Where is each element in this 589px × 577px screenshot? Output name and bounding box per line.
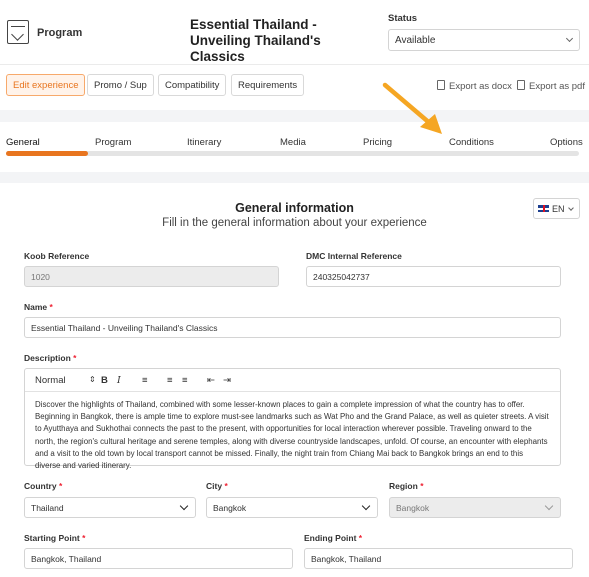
- required-mark: *: [82, 533, 86, 543]
- name-label-text: Name: [24, 302, 48, 312]
- experience-title: Essential Thailand - Unveiling Thailand'…: [190, 17, 321, 64]
- align-icon[interactable]: ≡: [142, 375, 148, 386]
- bold-icon[interactable]: B: [101, 375, 108, 386]
- chevron-down-icon: [544, 501, 554, 511]
- divider: [0, 64, 589, 65]
- koob-reference-label: Koob Reference: [24, 251, 90, 261]
- description-text[interactable]: Discover the highlights of Thailand, com…: [25, 392, 560, 479]
- ordered-list-icon[interactable]: ≡: [167, 375, 173, 386]
- region-label: Region *: [389, 481, 424, 491]
- editor-toolbar: Normal ⇕ B I ≡ ≡ ≡ ⇤ ⇥: [25, 369, 560, 392]
- outdent-icon[interactable]: ⇤: [207, 375, 215, 386]
- format-select[interactable]: Normal: [35, 375, 66, 386]
- compatibility-button[interactable]: Compatibility: [158, 74, 227, 96]
- ending-point-label-text: Ending Point: [304, 533, 357, 543]
- export-pdf-link[interactable]: Export as pdf: [517, 80, 585, 92]
- language-select[interactable]: EN: [533, 198, 580, 219]
- program-label: Program: [37, 27, 83, 39]
- page-header: Program Essential Thailand - Unveiling T…: [0, 0, 589, 64]
- region-value: Bangkok: [396, 503, 430, 513]
- dmc-reference-label: DMC Internal Reference: [306, 251, 402, 261]
- bullet-list-icon[interactable]: ≡: [182, 375, 188, 386]
- required-mark: *: [73, 353, 77, 363]
- indent-icon[interactable]: ⇥: [223, 375, 231, 386]
- program-icon: [7, 20, 29, 44]
- tab-conditions[interactable]: Conditions: [449, 137, 494, 148]
- country-label: Country *: [24, 481, 62, 491]
- tab-progress-indicator: [6, 151, 88, 156]
- document-icon: [517, 80, 525, 90]
- city-value: Bangkok: [213, 503, 247, 513]
- tabs-top-band: [0, 110, 589, 122]
- dmc-reference-field[interactable]: 240325042737: [306, 266, 561, 287]
- description-label: Description *: [24, 353, 76, 363]
- description-editor[interactable]: Normal ⇕ B I ≡ ≡ ≡ ⇤ ⇥ Discover the high…: [24, 368, 561, 470]
- format-select-arrows-icon: ⇕: [89, 375, 96, 384]
- tab-options[interactable]: Options: [550, 137, 583, 148]
- ending-point-field[interactable]: Bangkok, Thailand: [304, 548, 573, 569]
- name-field[interactable]: Essential Thailand - Unveiling Thailand'…: [24, 317, 561, 338]
- ending-point-label: Ending Point *: [304, 533, 362, 543]
- export-pdf-label: Export as pdf: [529, 81, 585, 92]
- region-label-text: Region: [389, 481, 418, 491]
- chevron-down-icon: [361, 501, 371, 511]
- starting-point-label-text: Starting Point: [24, 533, 80, 543]
- required-mark: *: [224, 481, 228, 491]
- country-select[interactable]: Thailand: [24, 497, 196, 518]
- required-mark: *: [358, 533, 363, 543]
- status-label: Status: [388, 13, 418, 24]
- section-subtitle: Fill in the general information about yo…: [162, 217, 427, 229]
- name-label: Name *: [24, 302, 53, 312]
- city-label: City *: [206, 481, 228, 491]
- italic-icon[interactable]: I: [117, 375, 121, 386]
- tab-bar: General Program Itinerary Media Pricing …: [0, 122, 589, 172]
- country-label-text: Country: [24, 481, 57, 491]
- export-docx-label: Export as docx: [449, 81, 512, 92]
- annotation-arrow-icon: [382, 82, 442, 134]
- starting-point-field[interactable]: Bangkok, Thailand: [24, 548, 293, 569]
- section-title: General information: [235, 201, 354, 215]
- status-select[interactable]: Available: [388, 29, 580, 51]
- language-value: EN: [552, 204, 565, 214]
- region-select: Bangkok: [389, 497, 561, 518]
- chevron-down-icon: [565, 34, 574, 43]
- edit-experience-button[interactable]: Edit experience: [6, 74, 86, 96]
- tab-media[interactable]: Media: [280, 137, 306, 148]
- tab-general[interactable]: General: [6, 137, 40, 148]
- description-label-text: Description: [24, 353, 71, 363]
- koob-reference-field: 1020: [24, 266, 279, 287]
- required-mark: *: [58, 481, 63, 491]
- requirements-button[interactable]: Requirements: [231, 74, 305, 96]
- promo-button[interactable]: Promo / Sup: [87, 74, 154, 96]
- status-value: Available: [395, 35, 436, 46]
- required-mark: *: [49, 302, 53, 312]
- city-select[interactable]: Bangkok: [206, 497, 378, 518]
- tab-progress-track: [6, 151, 579, 156]
- country-value: Thailand: [31, 503, 64, 513]
- required-mark: *: [420, 481, 424, 491]
- city-label-text: City: [206, 481, 223, 491]
- tab-itinerary[interactable]: Itinerary: [187, 137, 221, 148]
- chevron-down-icon: [179, 501, 189, 511]
- tab-program[interactable]: Program: [95, 137, 131, 148]
- chevron-down-icon: [568, 205, 574, 211]
- uk-flag-icon: [538, 205, 549, 212]
- starting-point-label: Starting Point *: [24, 533, 85, 543]
- section-band: [0, 172, 589, 183]
